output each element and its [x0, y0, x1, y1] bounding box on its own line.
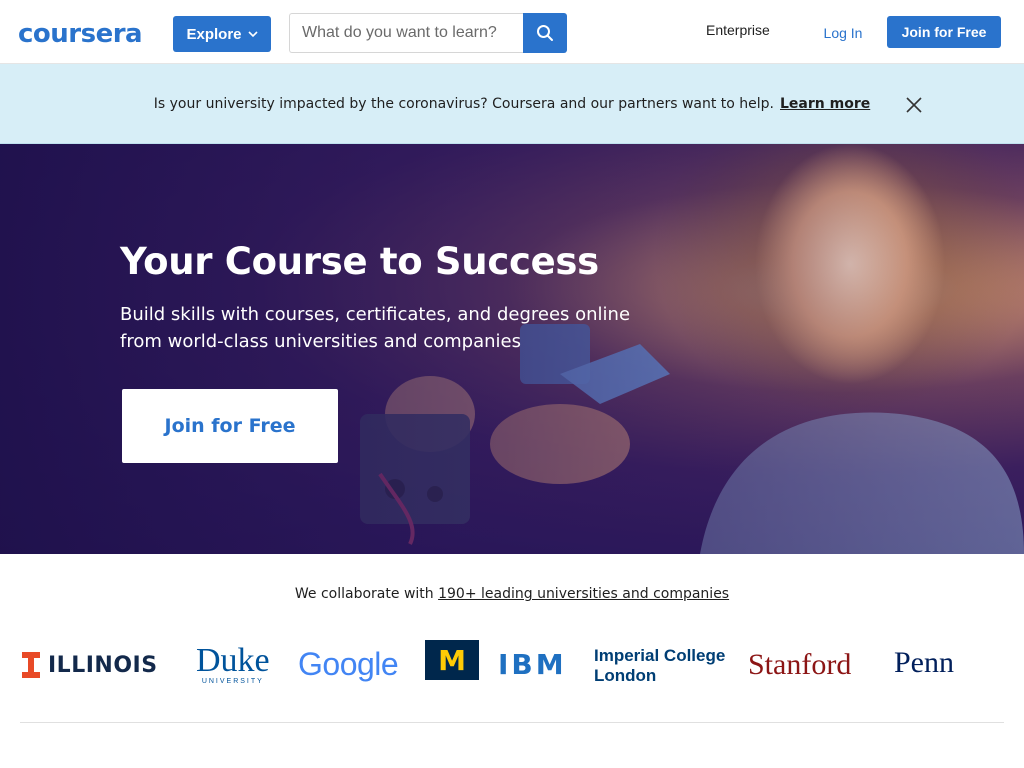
nav-enterprise-link[interactable]: Enterprise	[706, 22, 770, 38]
stanford-logo-text: Stanford	[748, 648, 852, 681]
login-button[interactable]: Log In	[808, 8, 878, 58]
ibm-logo[interactable]: IBM	[498, 648, 567, 681]
join-for-free-hero-button[interactable]: Join for Free	[122, 389, 338, 463]
banner-message: Is your university impacted by the coron…	[153, 95, 775, 112]
explore-button[interactable]: Explore	[173, 16, 271, 52]
logo-text: coursera	[18, 19, 143, 49]
illinois-logo-text: ILLINOIS	[48, 652, 158, 678]
duke-logo-subtext: UNIVERSITY	[201, 678, 264, 685]
imperial-logo-subtext: London	[594, 666, 657, 685]
coursera-logo[interactable]: coursera	[18, 14, 162, 54]
hero-subtitle: Build skills with courses, certificates,…	[120, 304, 631, 352]
explore-label: Explore	[186, 25, 242, 43]
michigan-logo[interactable]: M	[425, 640, 479, 680]
close-icon[interactable]	[904, 95, 924, 115]
duke-logo[interactable]: Duke UNIVERSITY	[196, 642, 270, 686]
imperial-logo-text: Imperial College	[594, 646, 726, 665]
chevron-down-icon	[247, 31, 258, 38]
section-divider	[20, 722, 1004, 723]
penn-logo[interactable]: Penn	[894, 646, 954, 680]
coronavirus-notice-banner: Is your university impacted by the coron…	[0, 64, 1024, 144]
search-input[interactable]	[302, 24, 525, 42]
illinois-logo[interactable]: ILLINOIS	[22, 652, 158, 678]
search-field[interactable]	[289, 13, 525, 53]
join-for-free-header-button[interactable]: Join for Free	[887, 16, 1001, 48]
illinois-block-i-icon	[22, 652, 40, 678]
michigan-logo-text: M	[438, 643, 466, 677]
penn-logo-text: Penn	[894, 646, 954, 679]
top-navigation-bar: coursera Explore Enterprise Log In Join …	[0, 0, 1024, 64]
hero-title: Your Course to Success	[120, 240, 599, 283]
google-logo-text: Google	[298, 646, 399, 682]
imperial-college-logo[interactable]: Imperial College London	[594, 646, 725, 686]
duke-logo-text: Duke	[196, 642, 270, 679]
hero-section: Your Course to Success Build skills with…	[0, 144, 1024, 554]
learn-more-link[interactable]: Learn more	[780, 96, 870, 112]
stanford-logo[interactable]: Stanford	[748, 648, 851, 682]
partner-logos-row: ILLINOIS Duke UNIVERSITY Google M IBM Im…	[0, 636, 1024, 696]
partners-intro-text: We collaborate with	[294, 586, 434, 602]
search-button[interactable]	[523, 13, 567, 53]
search-icon	[537, 25, 553, 41]
partners-link[interactable]: 190+ leading universities and companies	[438, 586, 729, 602]
ibm-logo-text: IBM	[498, 648, 567, 681]
partners-heading: We collaborate with 190+ leading univers…	[0, 586, 1024, 602]
google-logo[interactable]: Google	[298, 646, 399, 683]
